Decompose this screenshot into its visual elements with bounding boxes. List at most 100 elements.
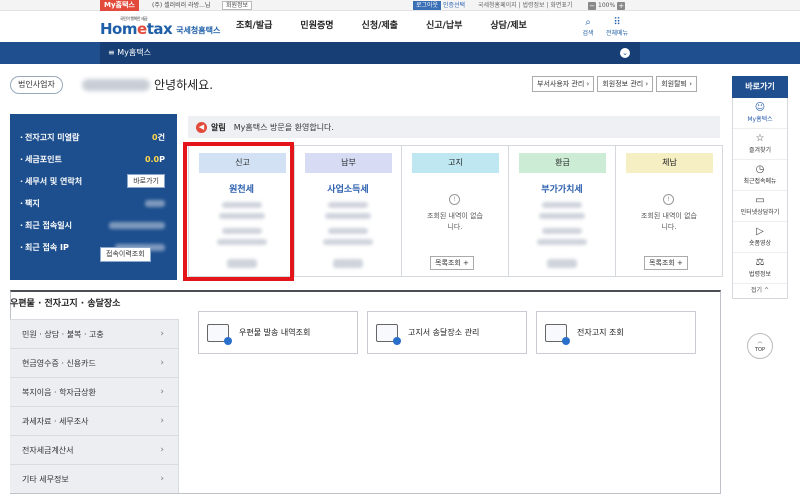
card-arrears[interactable]: 체납 ! 조회된 내역이 없습니다. 목록조회 + (616, 145, 723, 277)
summary-label: 전자고지 미열람 (20, 132, 79, 143)
side-menu-item[interactable]: 기타 세무정보 › (10, 464, 178, 493)
list-view-button[interactable]: 목록조회 + (644, 256, 688, 270)
gnb-certificate[interactable]: 민원증명 (300, 11, 333, 42)
quick-item-label: 법령정보 (748, 271, 772, 278)
company-name: (주) 셀러비러 라방...님 (152, 2, 211, 9)
hometax-logo[interactable]: 국민이 행복한 세금 Hometax 국세청홈택스 (100, 14, 220, 38)
card-notice[interactable]: 고지 ! 조회된 내역이 없습니다. 목록조회 + (402, 145, 509, 277)
redacted-line (537, 239, 587, 245)
summary-label: 세무서 및 연락처 (20, 176, 82, 187)
quick-item-label: My홈택스 (747, 116, 773, 123)
redacted-line (325, 213, 371, 219)
summary-label: 팩지 (20, 198, 40, 209)
gavel-icon: ⚖ (755, 257, 765, 268)
auth-select-link[interactable]: 인증선택 (443, 0, 465, 11)
card-refund[interactable]: 환급 부가가치세 (509, 145, 616, 277)
side-menu-label: 기타 세무정보 (22, 475, 69, 484)
side-menu-item[interactable]: 현금영수증 · 신용카드 › (10, 348, 178, 377)
section-title[interactable]: ≡ My홈택스 (108, 42, 151, 64)
quick-fold-button[interactable]: 접기 ^ (733, 284, 787, 298)
redacted-line (328, 202, 368, 208)
tax-office-shortcut-button[interactable]: 바로가기 (127, 174, 165, 188)
member-info-button[interactable]: 회원정보 (222, 1, 253, 10)
redacted-name (82, 79, 150, 91)
quick-item-label: 인터넷상담하기 (740, 209, 780, 216)
zoom-in-button[interactable]: + (617, 1, 626, 10)
side-menu-label: 전자세금계산서 (22, 446, 74, 455)
gnb-inquiry[interactable]: 조회/발급 (236, 11, 272, 42)
logo-wordmark: 국민이 행복한 세금 Hometax (100, 16, 173, 38)
bottom-section-title[interactable]: 우편물 · 전자고지 · 송달장소 (10, 296, 120, 309)
gnb-filing[interactable]: 신고/납부 (426, 11, 462, 42)
dept-user-manage-button[interactable]: 부서사용자 관리 › (532, 76, 595, 92)
logo-subtitle: 국세청홈택스 (176, 26, 221, 35)
summary-label: 최근 접속 IP (20, 242, 69, 253)
card-title: 납부 (305, 153, 392, 173)
quick-menu-title: 바로가기 (732, 76, 788, 98)
zoom-out-button[interactable]: − (588, 1, 596, 10)
zoom-control: − 100% + (588, 1, 626, 10)
redacted-line (542, 228, 582, 234)
chevron-right-icon: › (160, 358, 164, 368)
card-payment[interactable]: 납부 사업소득세 (295, 145, 402, 277)
summary-label: 최근 접속일시 (20, 220, 72, 231)
e-notice-tile[interactable]: 전자고지 조회 (536, 311, 696, 354)
section-nav-bar: ≡ My홈택스 ⌄ (0, 42, 800, 64)
chevron-right-icon: › (160, 445, 164, 455)
mail-history-tile[interactable]: 우편물 발송 내역조회 (198, 311, 358, 354)
quick-item-label: 최근접속메뉴 (743, 178, 777, 185)
redacted-line (328, 228, 368, 234)
star-icon: ☆ (755, 133, 765, 144)
chevron-down-icon[interactable]: ⌄ (620, 48, 630, 58)
list-view-button[interactable]: 목록조회 + (430, 256, 474, 270)
redacted-line (542, 202, 582, 208)
scroll-top-button[interactable]: ︿ TOP (747, 333, 773, 359)
tile-label: 고지서 송달장소 관리 (408, 328, 480, 337)
card-tax-type[interactable]: 사업소득세 (295, 182, 401, 195)
summary-row: 세무서 및 연락처 바로가기 (20, 170, 169, 192)
info-icon: ! (663, 194, 674, 205)
logo-part-a: Hom (100, 20, 138, 38)
quick-shorts[interactable]: ▷ 숏폼영상 (733, 222, 787, 253)
chevron-up-icon: ︿ (757, 339, 763, 345)
global-nav: 조회/발급 민원증명 신청/제출 신고/납부 상담/제보 (236, 11, 555, 42)
side-menu-item[interactable]: 민원 · 상담 · 불복 · 고충 › (10, 319, 178, 348)
all-menu-button[interactable]: ⠿ 전체메뉴 (604, 17, 630, 37)
card-tax-type[interactable]: 부가가치세 (509, 182, 615, 195)
logo-part-b: tax (146, 20, 173, 38)
utility-links[interactable]: 국세청홈페이지 | 법령정보 | 화면표기 (478, 0, 572, 11)
notice-text: My홈택스 방문을 환영합니다. (233, 122, 334, 132)
summary-row: 전자고지 미열람 0건 (20, 126, 169, 148)
quick-my-hometax[interactable]: ☺ My홈택스 (733, 98, 787, 129)
quick-law-info[interactable]: ⚖ 법령정보 (733, 253, 787, 284)
withdraw-button[interactable]: 회원탈퇴 › (656, 76, 698, 92)
gnb-consult[interactable]: 상담/제보 (490, 11, 526, 42)
unread-notice-count[interactable]: 0건 (152, 132, 165, 143)
video-icon: ▷ (756, 226, 764, 237)
chevron-right-icon: › (160, 387, 164, 397)
my-hometax-tab[interactable]: My홈택스 (100, 0, 139, 11)
gnb-application[interactable]: 신청/제출 (362, 11, 398, 42)
search-label: 검색 (582, 30, 594, 37)
quick-menu-list: ☺ My홈택스 ☆ 즐겨찾기 ◷ 최근접속메뉴 ▭ 인터넷상담하기 ▷ 숏폼영상 ⚖ 법령정… (732, 98, 788, 299)
access-history-button[interactable]: 접속이력조회 (100, 247, 151, 262)
search-document-icon (545, 323, 570, 345)
point-number: 0.0 (144, 154, 160, 164)
side-menu-label: 현금영수증 · 신용카드 (22, 359, 96, 368)
side-menu-item[interactable]: 복지이음 · 학자금상환 › (10, 377, 178, 406)
quick-recent-menu[interactable]: ◷ 최근접속메뉴 (733, 160, 787, 191)
side-menu-item[interactable]: 과세자료 · 세무조사 › (10, 406, 178, 435)
megaphone-icon: ◀ (196, 121, 207, 133)
quick-online-consult[interactable]: ▭ 인터넷상담하기 (733, 191, 787, 222)
logout-button[interactable]: 로그아웃 (413, 1, 442, 10)
tile-label: 전자고지 조회 (577, 328, 624, 337)
search-button[interactable]: ⌕ 검색 (575, 17, 601, 37)
empty-message: 조회된 내역이 없습니다. (641, 212, 697, 231)
side-menu-item[interactable]: 전자세금계산서 › (10, 435, 178, 464)
tax-point-value[interactable]: 0.0P (145, 155, 165, 164)
member-info-manage-button[interactable]: 회원정보 관리 › (597, 76, 654, 92)
quick-favorites[interactable]: ☆ 즐겨찾기 (733, 129, 787, 160)
delivery-address-tile[interactable]: 고지서 송달장소 관리 (367, 311, 527, 354)
summary-label: 세금포인트 (20, 154, 62, 165)
redacted-line (539, 213, 585, 219)
